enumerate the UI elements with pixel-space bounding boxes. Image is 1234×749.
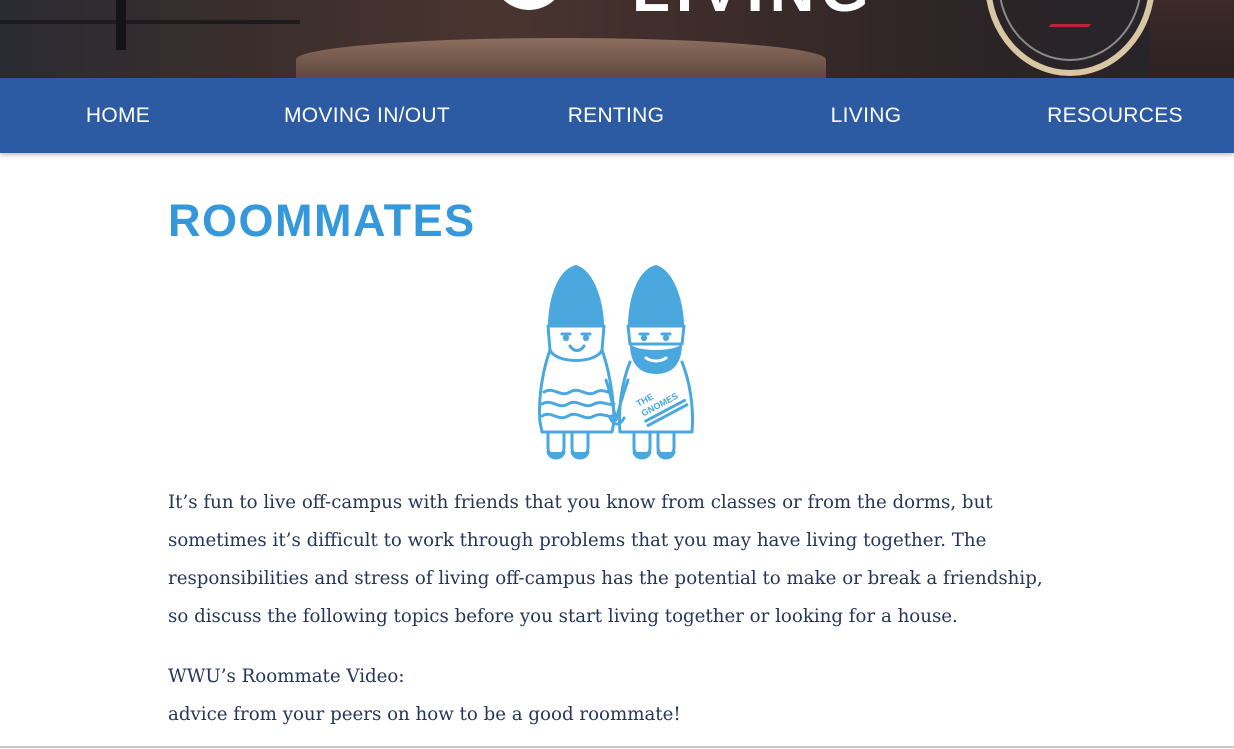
brick-wall [1150,0,1234,78]
nav-item-renting[interactable]: RENTING [541,78,691,153]
nav-item-moving[interactable]: MOVING IN/OUT [262,78,472,153]
bench-rail [0,20,300,24]
pole [116,0,126,50]
page-title: ROOMMATES [168,195,476,246]
gnomes-illustration: THE GNOMES [538,265,694,460]
main-nav: HOME MOVING IN/OUT RENTING LIVING RESOUR… [0,78,1234,153]
nav-item-home[interactable]: HOME [38,78,198,153]
bottom-divider [0,746,1234,748]
stone-table [296,38,826,78]
gnome-left [538,265,618,460]
video-label: WWU’s Roommate Video: [168,666,405,687]
nav-item-resources[interactable]: RESOURCES [1040,78,1190,153]
logo-text: LIVING [632,0,875,22]
hero-banner: LIVING [0,0,1234,78]
shirt-lettering: THE GNOMES [634,391,689,427]
gnome-right: THE GNOMES [614,265,694,460]
intro-paragraph: It’s fun to live off-campus with friends… [168,492,1043,627]
nav-item-living[interactable]: LIVING [796,78,936,153]
logo-mark [492,0,566,10]
video-description: advice from your peers on how to be a go… [168,704,681,725]
